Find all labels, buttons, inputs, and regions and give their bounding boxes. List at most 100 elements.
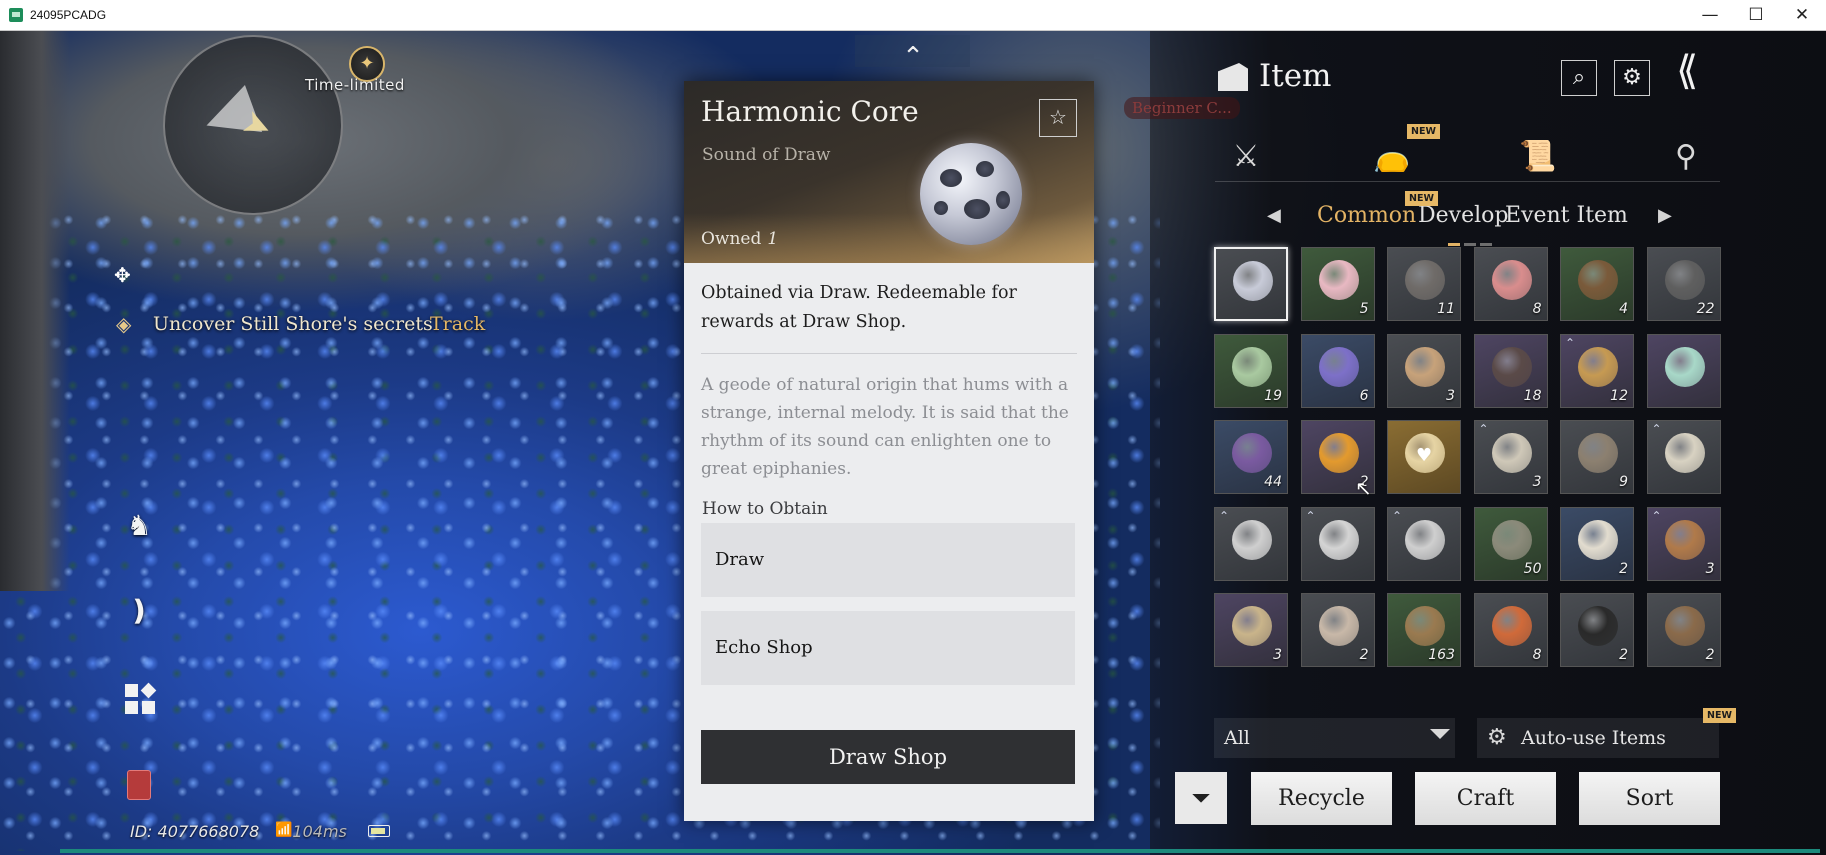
quest-compass-icon[interactable]: ✥ [114,263,131,287]
item-slot[interactable]: 11 [1387,247,1461,321]
upgrade-marker-icon: ⌃ [1565,335,1576,350]
divider [701,353,1077,354]
sub-tab-next-icon[interactable]: ▶ [1658,205,1672,226]
item-slot[interactable]: ⌃ 12 [1560,333,1634,408]
item-slot[interactable]: ⌃ [1214,506,1288,581]
harmonic-core-art [920,143,1022,245]
heart-icon: ♥ [1416,445,1433,466]
item-slot[interactable] [1646,333,1721,408]
page-dot [1464,243,1476,246]
item-quantity: 19 [1264,387,1282,404]
item-art [1232,519,1272,560]
settings-button[interactable]: ⚙ [1614,60,1650,96]
item-slot[interactable]: 3 [1214,593,1288,667]
item-art [1664,346,1705,387]
horse-mount-icon[interactable]: ♞ [118,505,160,547]
recycle-button[interactable]: Recycle [1251,772,1392,825]
item-art [1232,433,1272,473]
item-slot[interactable]: 2 [1646,593,1721,667]
item-quantity: 2 [1619,647,1628,663]
item-art [1578,433,1618,473]
maximize-button[interactable]: ☐ [1733,0,1779,31]
item-slot[interactable]: ⌃ [1300,506,1375,581]
item-slot[interactable]: 18 [1473,333,1548,408]
filter-select[interactable]: All [1214,718,1455,758]
quest-objective[interactable]: Uncover Still Shore's secrets [153,313,433,335]
item-slot[interactable]: 163 [1387,593,1461,667]
item-slot[interactable]: 50 [1473,506,1548,581]
page-indicator [1448,243,1494,246]
item-slot[interactable]: ⌃ [1646,420,1721,494]
favorite-star-button[interactable]: ☆ [1039,99,1077,137]
owned-label: Owned [701,229,762,249]
time-limited-label: Time-limited [305,76,405,94]
collapse-up-icon[interactable]: ⌃ [895,44,931,70]
sub-tab-common[interactable]: Common [1317,203,1416,228]
item-slot[interactable]: 5 [1300,247,1375,321]
lore-description: A geode of natural origin that hums with… [701,375,1069,479]
item-slot[interactable]: 9 [1560,420,1634,494]
funnel-icon: ⏷ [1191,784,1211,812]
bookmark-mail-icon[interactable] [127,770,151,800]
item-art [1664,606,1705,646]
chevron-down-icon[interactable] [1430,729,1450,739]
back-arrow-button[interactable]: ⟪ [1676,47,1698,95]
item-quantity: 2 [1619,560,1628,577]
search-button[interactable]: ⌕ [1561,60,1597,96]
wifi-icon: 📶 [275,822,293,838]
minimize-button[interactable]: — [1687,0,1733,31]
tab-scroll[interactable]: 📜 [1508,134,1568,180]
item-detail-card: Harmonic Core Sound of Draw ☆ Owned 1 Obt… [684,81,1094,821]
item-art [1232,346,1272,387]
draw-shop-button[interactable]: Draw Shop [701,730,1075,784]
item-slot[interactable]: ♥ [1387,420,1461,494]
item-quantity: 2 [1705,647,1715,663]
main-menu-grid-icon[interactable] [125,682,157,714]
sub-tab-prev-icon[interactable]: ◀ [1267,205,1281,226]
item-quantity: 50 [1523,560,1542,577]
listen-ear-icon[interactable]: ❫ [118,590,160,632]
item-quantity: 5 [1359,301,1369,317]
item-slot[interactable]: 22 [1646,247,1721,321]
item-slot[interactable]: 2 [1560,506,1634,581]
owned-count: 1 [767,229,779,249]
auto-use-items-button[interactable]: Auto-use Items [1477,718,1719,758]
close-button[interactable]: ✕ [1779,0,1825,31]
tab-equipment[interactable]: ⚔ [1216,134,1276,180]
sub-tab-develop[interactable]: Develop [1418,203,1508,228]
item-slot[interactable]: ⌃ 3 [1646,506,1721,581]
item-slot[interactable]: 44 [1214,420,1288,494]
item-slot[interactable]: 2 [1300,593,1375,667]
tab-location[interactable]: ⚲ [1656,134,1716,180]
upgrade-marker-icon: ⌃ [1651,508,1662,523]
how-to-obtain-label: How to Obtain [702,499,828,519]
new-badge: NEW [1407,124,1440,139]
item-art [1491,260,1532,300]
item-slot[interactable] [1214,247,1288,321]
filter-funnel-button[interactable]: ⏷ [1175,772,1227,824]
source-echo-shop-row[interactable]: Echo Shop [701,611,1075,685]
minimap[interactable]: ➤ [163,35,343,215]
quest-track-link[interactable]: Track [430,313,485,335]
item-quantity: 6 [1359,387,1369,404]
beginner-tag: Beginner C... [1124,97,1240,119]
sub-tab-event-item[interactable]: Event Item [1505,203,1628,228]
item-slot[interactable]: ⌃ 3 [1473,420,1548,494]
item-slot[interactable]: 2 [1560,593,1634,667]
item-slot[interactable]: 19 [1214,333,1288,408]
source-draw-row[interactable]: Draw [701,523,1075,597]
item-slot[interactable]: ⌃ [1387,506,1461,581]
new-badge: NEW [1703,708,1736,723]
item-slot[interactable]: 6 [1300,333,1375,408]
item-slot[interactable]: 8 [1473,593,1548,667]
upgrade-marker-icon: ⌃ [1219,508,1230,523]
item-art [1664,433,1705,473]
item-quantity: 2 [1359,647,1369,663]
item-slot[interactable]: 3 [1387,333,1461,408]
item-art [1318,433,1359,473]
craft-button[interactable]: Craft [1415,772,1556,825]
item-slot[interactable]: 8 [1473,247,1548,321]
item-slot[interactable]: 4 [1560,247,1634,321]
tab-bag[interactable]: 👝 [1362,134,1422,180]
sort-button[interactable]: Sort [1579,772,1720,825]
